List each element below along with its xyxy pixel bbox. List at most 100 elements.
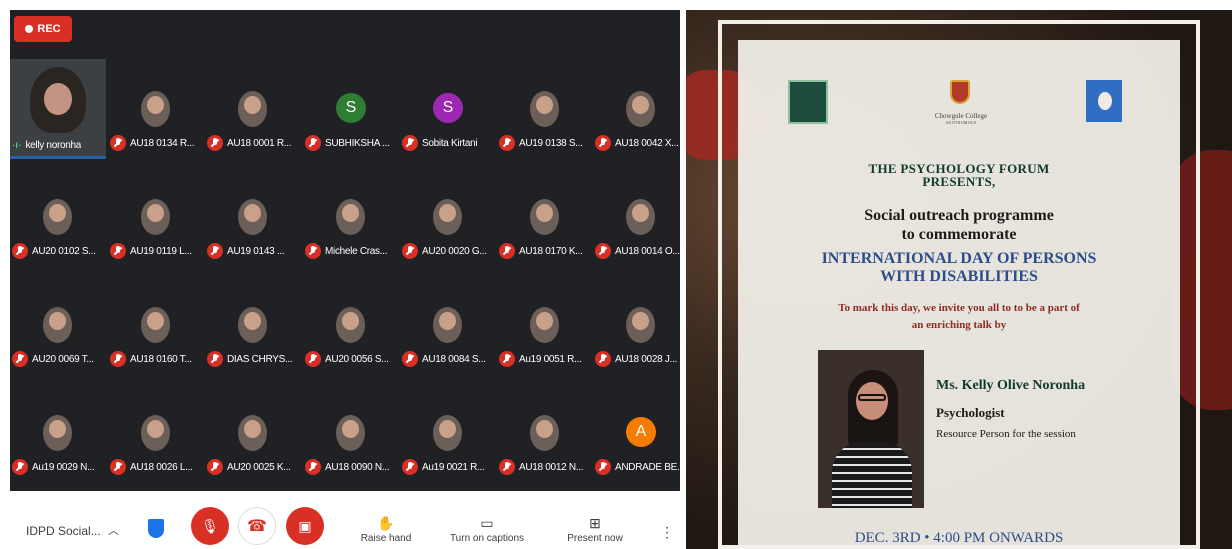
chevron-up-icon[interactable]: ︿ xyxy=(108,522,119,538)
participant-avatar xyxy=(336,415,365,451)
forum-line-2: PRESENTS, xyxy=(922,174,996,189)
mic-muted-icon xyxy=(207,135,223,151)
mic-muted-icon xyxy=(499,351,515,367)
participant-namebar: AU18 0028 J... xyxy=(595,351,680,367)
participant-namebar: AU18 0026 L... xyxy=(110,459,204,475)
participant-avatar xyxy=(238,307,267,343)
participant-tile[interactable]: Au19 0029 N... xyxy=(10,383,106,483)
participant-tile[interactable]: AU18 0084 S... xyxy=(400,275,496,375)
speaker-name: Ms. Kelly Olive Noronha xyxy=(936,378,1086,393)
participant-tile[interactable]: S SUBHIKSHA ... xyxy=(303,59,399,159)
participant-name: AU20 0056 S... xyxy=(325,353,389,365)
mic-muted-icon xyxy=(595,459,611,475)
event-date: DEC. 3RD • 4:00 PM ONWARDS xyxy=(854,530,1064,546)
participant-tile[interactable]: Au19 0021 R... xyxy=(400,383,496,483)
audio-level-icon: ·ı· xyxy=(12,140,22,151)
leave-call-button[interactable]: ☎ xyxy=(238,507,276,545)
participant-namebar: AU18 0084 S... xyxy=(402,351,496,367)
participant-namebar: AU20 0102 S... xyxy=(12,243,106,259)
programme-line-2: to commemorate xyxy=(901,226,1017,243)
participant-tile[interactable]: A ANDRADE BE... xyxy=(593,383,680,483)
mic-muted-icon xyxy=(305,459,321,475)
college-sub-text: AUTONOMOUS xyxy=(945,120,977,125)
mic-muted-icon xyxy=(110,351,126,367)
participant-namebar: AU18 0090 N... xyxy=(305,459,399,475)
participant-tile[interactable]: AU20 0102 S... xyxy=(10,167,106,267)
participant-tile[interactable]: Michele Cras... xyxy=(303,167,399,267)
participant-tile[interactable]: AU20 0025 K... xyxy=(205,383,301,483)
participant-tile[interactable]: AU19 0143 ... xyxy=(205,167,301,267)
meeting-window: REC ·ı· kelly noronha AU18 0134 R... AU18 0… xyxy=(10,10,680,549)
mic-muted-icon xyxy=(402,243,418,259)
mic-muted-icon xyxy=(595,243,611,259)
raise-hand-label: Raise hand xyxy=(360,533,412,544)
participant-name: AU19 0119 L... xyxy=(130,245,192,257)
participant-tile[interactable]: AU18 0134 R... xyxy=(108,59,204,159)
participant-tile[interactable]: AU18 0026 L... xyxy=(108,383,204,483)
participant-tile[interactable]: DIAS CHRYS... xyxy=(205,275,301,375)
mic-muted-icon xyxy=(402,135,418,151)
participant-tile[interactable]: AU20 0056 S... xyxy=(303,275,399,375)
participant-tile[interactable]: AU19 0119 L... xyxy=(108,167,204,267)
participant-tile[interactable]: ·ı· kelly noronha xyxy=(10,59,106,159)
participant-grid: ·ı· kelly noronha AU18 0134 R... AU18 0001 … xyxy=(10,59,680,491)
participant-video xyxy=(30,67,86,133)
event-title: INTERNATIONAL DAY OF PERSONS WITH DISABI… xyxy=(738,250,1180,286)
participant-namebar: Au19 0029 N... xyxy=(12,459,106,475)
programme-heading: Social outreach programme to commemorate xyxy=(738,206,1180,244)
more-options-icon[interactable]: ⋮ xyxy=(660,524,674,541)
participant-tile[interactable]: AU20 0020 G... xyxy=(400,167,496,267)
participant-namebar: Michele Cras... xyxy=(305,243,399,259)
participant-name: Au19 0021 R... xyxy=(422,461,485,473)
participant-namebar: AU18 0012 N... xyxy=(499,459,593,475)
participant-avatar xyxy=(43,415,72,451)
participant-tile[interactable]: AU18 0170 K... xyxy=(497,167,593,267)
participant-namebar: AU18 0042 X... xyxy=(595,135,680,151)
participant-tile[interactable]: AU18 0160 T... xyxy=(108,275,204,375)
participant-avatar xyxy=(626,307,655,343)
participant-name: Au19 0051 R... xyxy=(519,353,582,365)
mic-muted-icon xyxy=(110,135,126,151)
participant-namebar: AU18 0001 R... xyxy=(207,135,301,151)
participant-tile[interactable]: Au19 0051 R... xyxy=(497,275,593,375)
participant-tile[interactable]: AU18 0001 R... xyxy=(205,59,301,159)
participant-tile[interactable]: S Sobita Kirtani xyxy=(400,59,496,159)
raise-hand-button[interactable]: ✋ Raise hand xyxy=(341,515,431,544)
host-controls-shield-icon[interactable] xyxy=(148,519,164,538)
college-name: Chowgule College AUTONOMOUS xyxy=(916,112,1006,125)
participant-avatar xyxy=(141,91,170,127)
participant-tile[interactable]: AU20 0069 T... xyxy=(10,275,106,375)
speaker-description: Resource Person for the session xyxy=(936,428,1076,440)
mic-off-button[interactable]: 🎙 xyxy=(191,507,229,545)
participant-tile[interactable]: AU18 0014 O... xyxy=(593,167,680,267)
participant-name: AU19 0143 ... xyxy=(227,245,285,257)
participant-namebar: Au19 0051 R... xyxy=(499,351,593,367)
participant-avatar xyxy=(626,91,655,127)
participant-name: Au19 0029 N... xyxy=(32,461,95,473)
meeting-title[interactable]: IDPD Social... xyxy=(26,524,101,538)
captions-button[interactable]: ▭ Turn on captions xyxy=(442,515,532,544)
participant-avatar xyxy=(336,307,365,343)
participant-avatar xyxy=(433,415,462,451)
present-now-button[interactable]: ⊞ Present now xyxy=(550,515,640,544)
present-icon: ⊞ xyxy=(589,515,601,531)
participant-namebar: AU19 0138 S... xyxy=(499,135,593,151)
participant-tile[interactable]: AU18 0042 X... xyxy=(593,59,680,159)
speaker-role: Psychologist xyxy=(936,405,1005,420)
participant-name: DIAS CHRYS... xyxy=(227,353,293,365)
participant-name: AU18 0026 L... xyxy=(130,461,193,473)
participant-tile[interactable]: AU18 0090 N... xyxy=(303,383,399,483)
participant-name: AU18 0084 S... xyxy=(422,353,486,365)
invitation-text: To mark this day, we invite you all to t… xyxy=(738,300,1180,334)
camera-off-button[interactable]: ▣ xyxy=(286,507,324,545)
mic-muted-icon xyxy=(595,351,611,367)
participant-name: AU18 0160 T... xyxy=(130,353,192,365)
college-name-text: Chowgule College xyxy=(934,112,988,120)
mic-muted-icon xyxy=(207,459,223,475)
participant-avatar-initial: S xyxy=(433,93,463,123)
participant-tile[interactable]: AU18 0028 J... xyxy=(593,275,680,375)
participant-tile[interactable]: AU19 0138 S... xyxy=(497,59,593,159)
mic-muted-icon xyxy=(595,135,611,151)
participant-tile[interactable]: AU18 0012 N... xyxy=(497,383,593,483)
mic-muted-icon xyxy=(402,459,418,475)
